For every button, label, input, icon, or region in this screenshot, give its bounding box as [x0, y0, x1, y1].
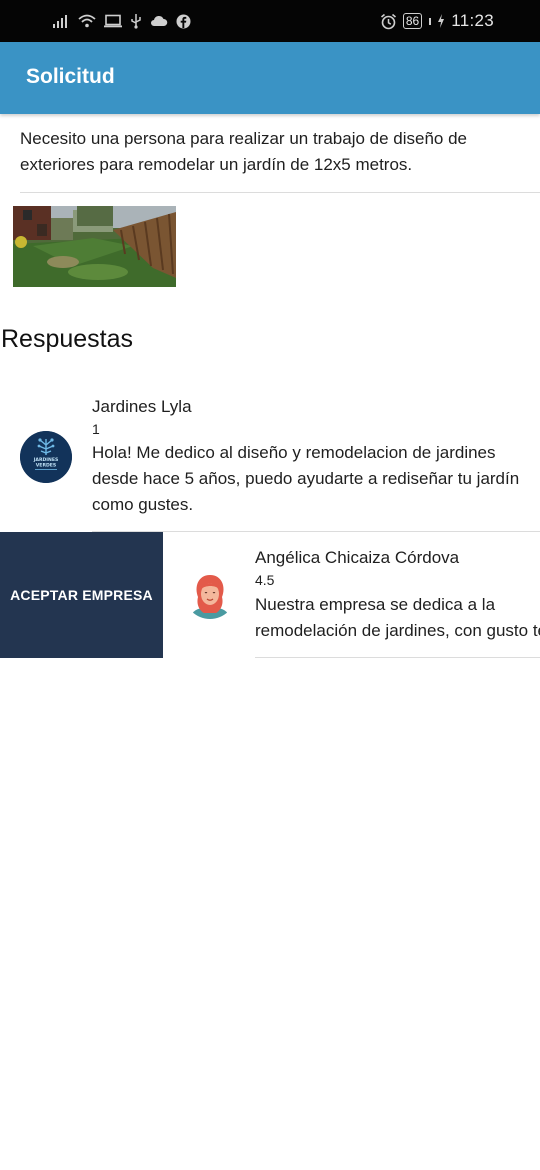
- status-bar-right-icons: 86 11:23: [380, 0, 494, 42]
- response-rating: 4.5: [255, 572, 275, 588]
- response-name: Jardines Lyla: [92, 397, 192, 416]
- response-message-clip: Nuestra empresa se dedica a la remodelac…: [255, 592, 540, 650]
- accept-company-button[interactable]: ACEPTAR EMPRESA: [0, 532, 163, 658]
- status-bar-left-icons: [52, 0, 191, 42]
- response-message: Nuestra empresa se dedica a la remodelac…: [255, 595, 540, 650]
- status-time: 11:23: [451, 11, 494, 30]
- wifi-icon: [78, 14, 96, 28]
- responses-heading: Respuestas: [1, 325, 134, 353]
- request-divider: [20, 192, 540, 193]
- battery-tip: [429, 17, 432, 25]
- response-divider: [255, 657, 540, 658]
- request-description: Necesito una persona para realizar un tr…: [20, 129, 468, 174]
- response-name: Angélica Chicaiza Córdova: [255, 548, 460, 567]
- company-logo-avatar[interactable]: JARDINES VERDES: [20, 431, 72, 483]
- charging-icon: [437, 14, 445, 28]
- signal-icon: [52, 14, 70, 28]
- response-rating: 1: [92, 421, 100, 437]
- battery-icon: 86: [402, 13, 423, 29]
- facebook-icon: [176, 14, 191, 29]
- svg-text:VERDES: VERDES: [36, 463, 57, 469]
- person-avatar[interactable]: [184, 567, 236, 619]
- status-bar: 86 11:23: [0, 0, 540, 42]
- usb-icon: [130, 13, 142, 29]
- battery-level: 86: [405, 14, 420, 28]
- cloud-icon: [150, 15, 168, 27]
- request-garden-photo[interactable]: [13, 206, 176, 287]
- svg-text:JARDINES: JARDINES: [33, 457, 59, 463]
- page-title: Solicitud: [26, 65, 115, 88]
- screen-icon: [104, 14, 122, 28]
- response-message: Hola! Me dedico al diseño y remodelacion…: [92, 443, 520, 514]
- app-bar: Solicitud: [0, 42, 540, 114]
- alarm-icon: [380, 13, 397, 30]
